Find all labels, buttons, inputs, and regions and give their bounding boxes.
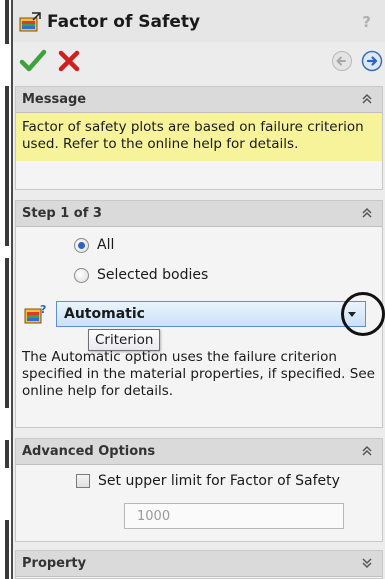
advanced-options-header[interactable]: Advanced Options [16,439,382,465]
upper-limit-checkbox-row[interactable]: Set upper limit for Factor of Safety [76,473,340,489]
upper-limit-input[interactable] [124,503,344,529]
section-title: Advanced Options [22,444,156,459]
criterion-tooltip: Criterion [88,329,161,351]
back-button[interactable] [331,50,353,72]
collapse-icon[interactable] [360,91,374,107]
upper-limit-checkbox[interactable] [76,474,90,488]
svg-text:?: ? [40,303,46,316]
message-text: Factor of safety plots are based on fail… [16,113,382,161]
chevron-down-icon[interactable] [343,305,361,323]
next-button[interactable] [361,50,383,72]
edge-bar [5,258,9,408]
left-edge-strip [0,0,11,579]
advanced-options-body: Set upper limit for Factor of Safety [16,465,382,541]
criterion-dropdown[interactable]: Automatic [56,301,366,327]
edge-bar [5,440,9,468]
edge-bar [5,0,9,44]
property-header[interactable]: Property [16,551,382,577]
step-section: Step 1 of 3 All Selected bodies ? Automa… [15,200,385,428]
panel-title: Factor of Safety [47,12,201,32]
message-section: Message Factor of safety plots are based… [15,86,383,190]
ok-button[interactable] [19,48,47,74]
action-bar [13,42,385,82]
edge-bar [5,520,9,579]
radio-selected-bodies[interactable]: Selected bodies [74,267,208,283]
step-header[interactable]: Step 1 of 3 [16,201,382,227]
expand-icon[interactable] [360,555,374,571]
message-header[interactable]: Message [16,87,382,113]
criterion-value: Automatic [64,306,145,322]
collapse-icon[interactable] [360,205,374,221]
radio-button[interactable] [74,237,89,253]
factor-of-safety-icon [19,12,41,32]
radio-label: All [97,237,115,253]
edge-bar [5,86,9,246]
section-title: Property [22,556,87,571]
radio-label: Selected bodies [97,267,209,283]
radio-button[interactable] [74,267,89,283]
cancel-button[interactable] [55,48,83,74]
factor-of-safety-panel: Factor of Safety ? Message Factor of saf… [11,0,385,579]
title-bar: Factor of Safety ? [13,0,385,42]
section-title: Message [22,92,87,107]
checkbox-label: Set upper limit for Factor of Safety [98,473,340,489]
criterion-description: The Automatic option uses the failure cr… [22,349,375,399]
property-section: Property [15,550,383,579]
section-title: Step 1 of 3 [22,206,102,221]
collapse-icon[interactable] [360,443,374,459]
advanced-options-section: Advanced Options Set upper limit for Fac… [15,438,383,542]
radio-all[interactable]: All [74,237,114,253]
help-icon[interactable]: ? [362,13,371,31]
criterion-icon: ? [24,303,46,324]
